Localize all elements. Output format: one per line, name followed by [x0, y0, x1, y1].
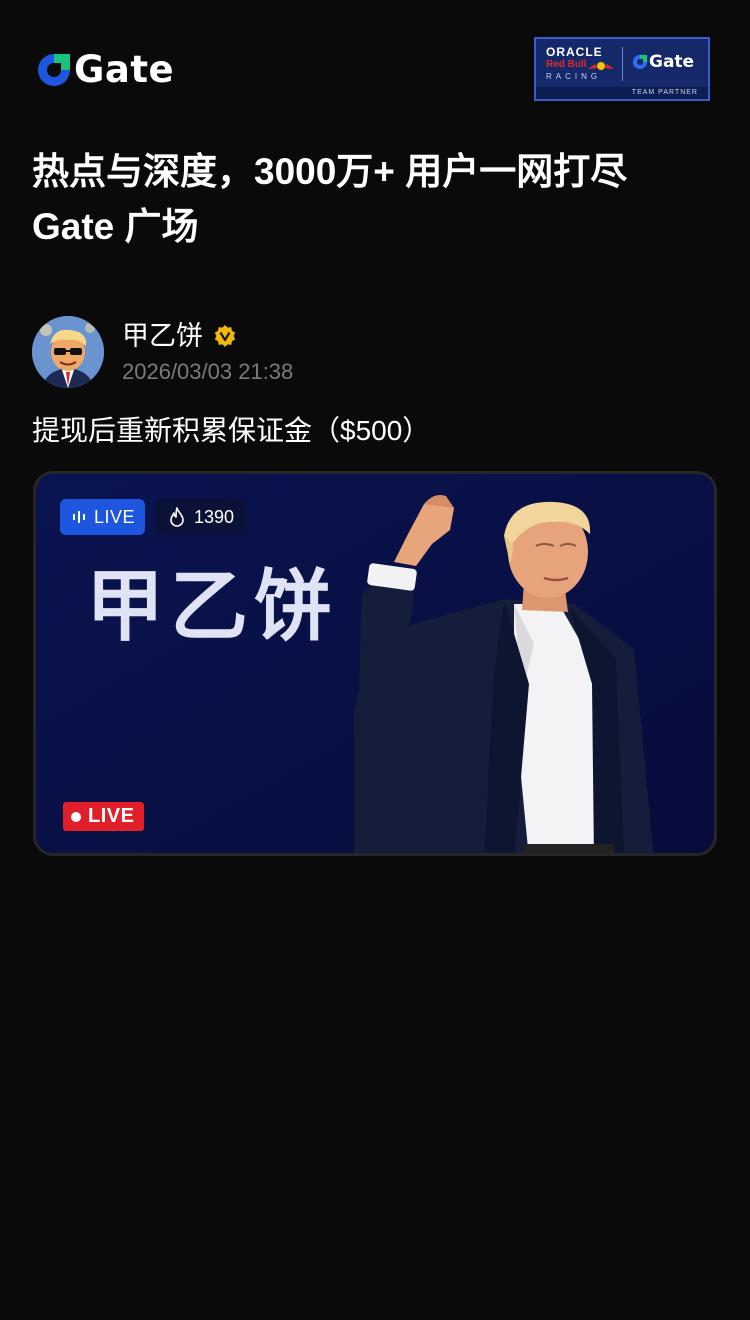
partner-gate-logo: Gate: [632, 52, 694, 72]
page-headline: 热点与深度，3000万+ 用户一网打尽 Gate 广场: [32, 144, 722, 254]
author-name-wrap: 甲乙饼: [122, 318, 237, 354]
gate-logo[interactable]: Gate: [36, 50, 174, 90]
author-name[interactable]: 甲乙饼: [122, 318, 203, 354]
live-badge-label: LIVE: [88, 805, 135, 827]
verified-icon: [214, 325, 236, 347]
header: Gate ORACLE Red Bull RACING Gate TEAM PA…: [0, 0, 750, 120]
post-text[interactable]: 提现后重新积累保证金（$500）: [32, 410, 430, 452]
gate-logo-icon: [632, 54, 648, 70]
partner-oracle-text: ORACLE: [546, 45, 603, 59]
post-timestamp: 2026/03/03 21:38: [122, 359, 294, 384]
stream-title: 甲乙饼: [86, 562, 339, 650]
post-author-row[interactable]: 甲乙饼 2026/03/03 21:38: [32, 316, 722, 388]
partner-divider: [622, 47, 623, 81]
brand-name: Gate: [74, 48, 175, 91]
avatar-image: [32, 316, 104, 388]
headline-line-2: Gate 广场: [32, 206, 199, 247]
flame-icon: [170, 507, 184, 527]
partner-racing-text: RACING: [546, 72, 602, 81]
gate-logo-icon: [38, 54, 70, 86]
avatar[interactable]: [32, 316, 104, 388]
redbull-logo-icon: [588, 62, 614, 70]
partner-redbull-text: Red Bull: [546, 59, 587, 70]
team-partner-badge: ORACLE Red Bull RACING Gate TEAM PARTNER: [534, 37, 710, 101]
live-stream-card[interactable]: LIVE 1390 甲乙饼 LIVE: [33, 471, 717, 856]
live-indicator-badge: LIVE: [60, 499, 146, 535]
presenter-figure: [354, 495, 654, 853]
partner-footer-text: TEAM PARTNER: [536, 87, 708, 99]
viewer-count: 1390: [194, 506, 235, 527]
live-label: LIVE: [94, 506, 136, 527]
page: Gate ORACLE Red Bull RACING Gate TEAM PA…: [0, 0, 750, 1320]
live-red-badge: LIVE: [63, 802, 145, 831]
red-dot-icon: [71, 811, 81, 822]
live-bars-icon: [73, 511, 85, 523]
viewer-count-badge: 1390: [156, 499, 247, 535]
headline-line-1: 热点与深度，3000万+ 用户一网打尽: [32, 151, 628, 192]
partner-gate-text: Gate: [649, 52, 695, 72]
